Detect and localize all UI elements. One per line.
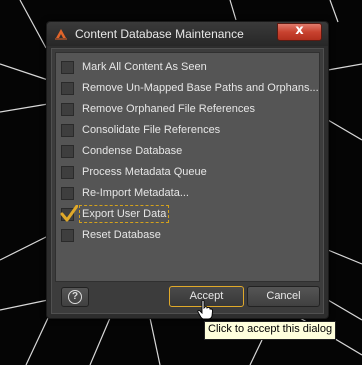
hand-cursor-icon [197,300,213,320]
checkbox[interactable] [61,124,74,137]
checkbox[interactable] [61,166,74,179]
option-remove-unmapped-base-paths[interactable]: Remove Un-Mapped Base Paths and Orphans.… [56,80,319,98]
title-bar[interactable]: Content Database Maintenance x [47,22,328,46]
checkbox[interactable] [61,61,74,74]
button-bar: ? Accept Cancel [55,286,320,310]
option-mark-all-content-as-seen[interactable]: Mark All Content As Seen [56,59,318,77]
option-reset-database[interactable]: Reset Database [56,227,318,245]
tooltip: Click to accept this dialog [204,321,337,340]
option-condense-database[interactable]: Condense Database [56,143,318,161]
option-label: Export User Data [78,205,170,223]
cancel-button[interactable]: Cancel [247,286,320,307]
dialog-body: Mark All Content As Seen Remove Un-Mappe… [51,48,324,314]
close-icon: x [295,23,304,38]
option-label: Consolidate File References [82,124,221,136]
option-reimport-metadata[interactable]: Re-Import Metadata... [56,185,318,203]
option-label: Reset Database [82,229,161,241]
maintenance-options-list: Mark All Content As Seen Remove Un-Mappe… [55,52,320,282]
checkbox-checked[interactable] [60,205,78,222]
option-process-metadata-queue[interactable]: Process Metadata Queue [56,164,318,182]
option-label: Remove Orphaned File References [82,103,256,115]
close-button[interactable]: x [277,23,322,41]
help-icon: ? [68,290,82,304]
option-remove-orphaned-file-references[interactable]: Remove Orphaned File References [56,101,318,119]
checkmark-icon [60,205,78,222]
help-button[interactable]: ? [61,287,89,307]
option-consolidate-file-references[interactable]: Consolidate File References [56,122,318,140]
daz-logo-icon [55,29,67,40]
checkbox[interactable] [61,229,74,242]
checkbox[interactable] [61,187,74,200]
option-label: Mark All Content As Seen [82,61,207,73]
checkbox[interactable] [61,103,74,116]
option-label: Remove Un-Mapped Base Paths and Orphans.… [82,82,319,94]
option-label: Process Metadata Queue [82,166,207,178]
option-label: Re-Import Metadata... [82,187,189,199]
checkbox[interactable] [61,82,74,95]
checkbox[interactable] [61,145,74,158]
option-export-user-data[interactable]: Export User Data [56,205,318,224]
content-database-maintenance-dialog: Content Database Maintenance x Mark All … [46,21,329,319]
window-title: Content Database Maintenance [75,27,244,41]
option-label: Condense Database [82,145,183,157]
